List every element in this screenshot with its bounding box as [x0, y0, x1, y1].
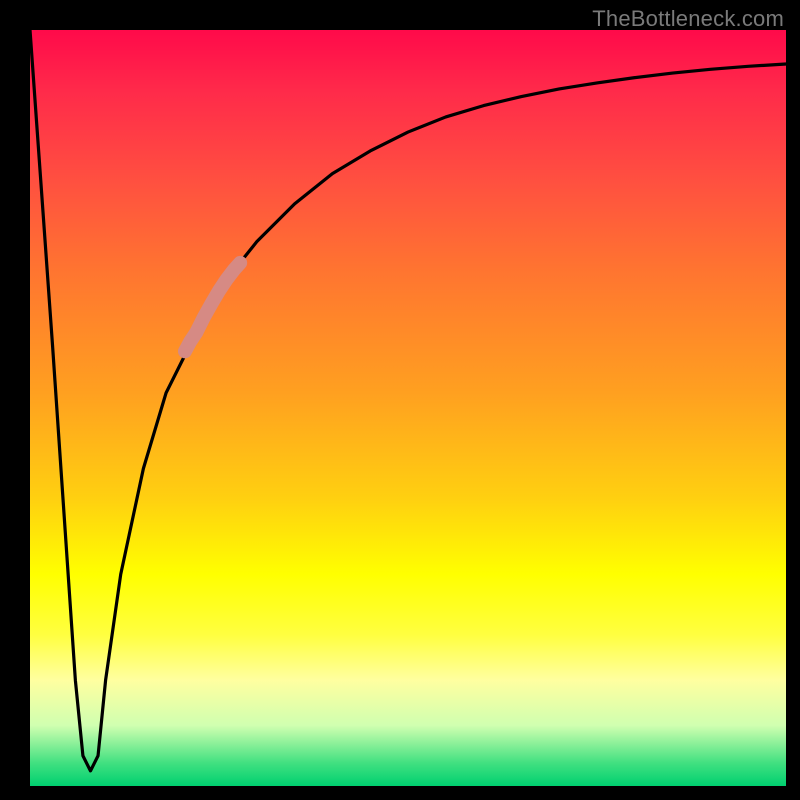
main-curve: [30, 30, 786, 771]
chart-frame: TheBottleneck.com: [0, 0, 800, 800]
watermark-text: TheBottleneck.com: [592, 6, 784, 32]
curve-layer: [30, 30, 786, 786]
plot-area: [30, 30, 786, 786]
highlight-lower: [185, 332, 196, 351]
highlight-upper: [196, 263, 240, 333]
